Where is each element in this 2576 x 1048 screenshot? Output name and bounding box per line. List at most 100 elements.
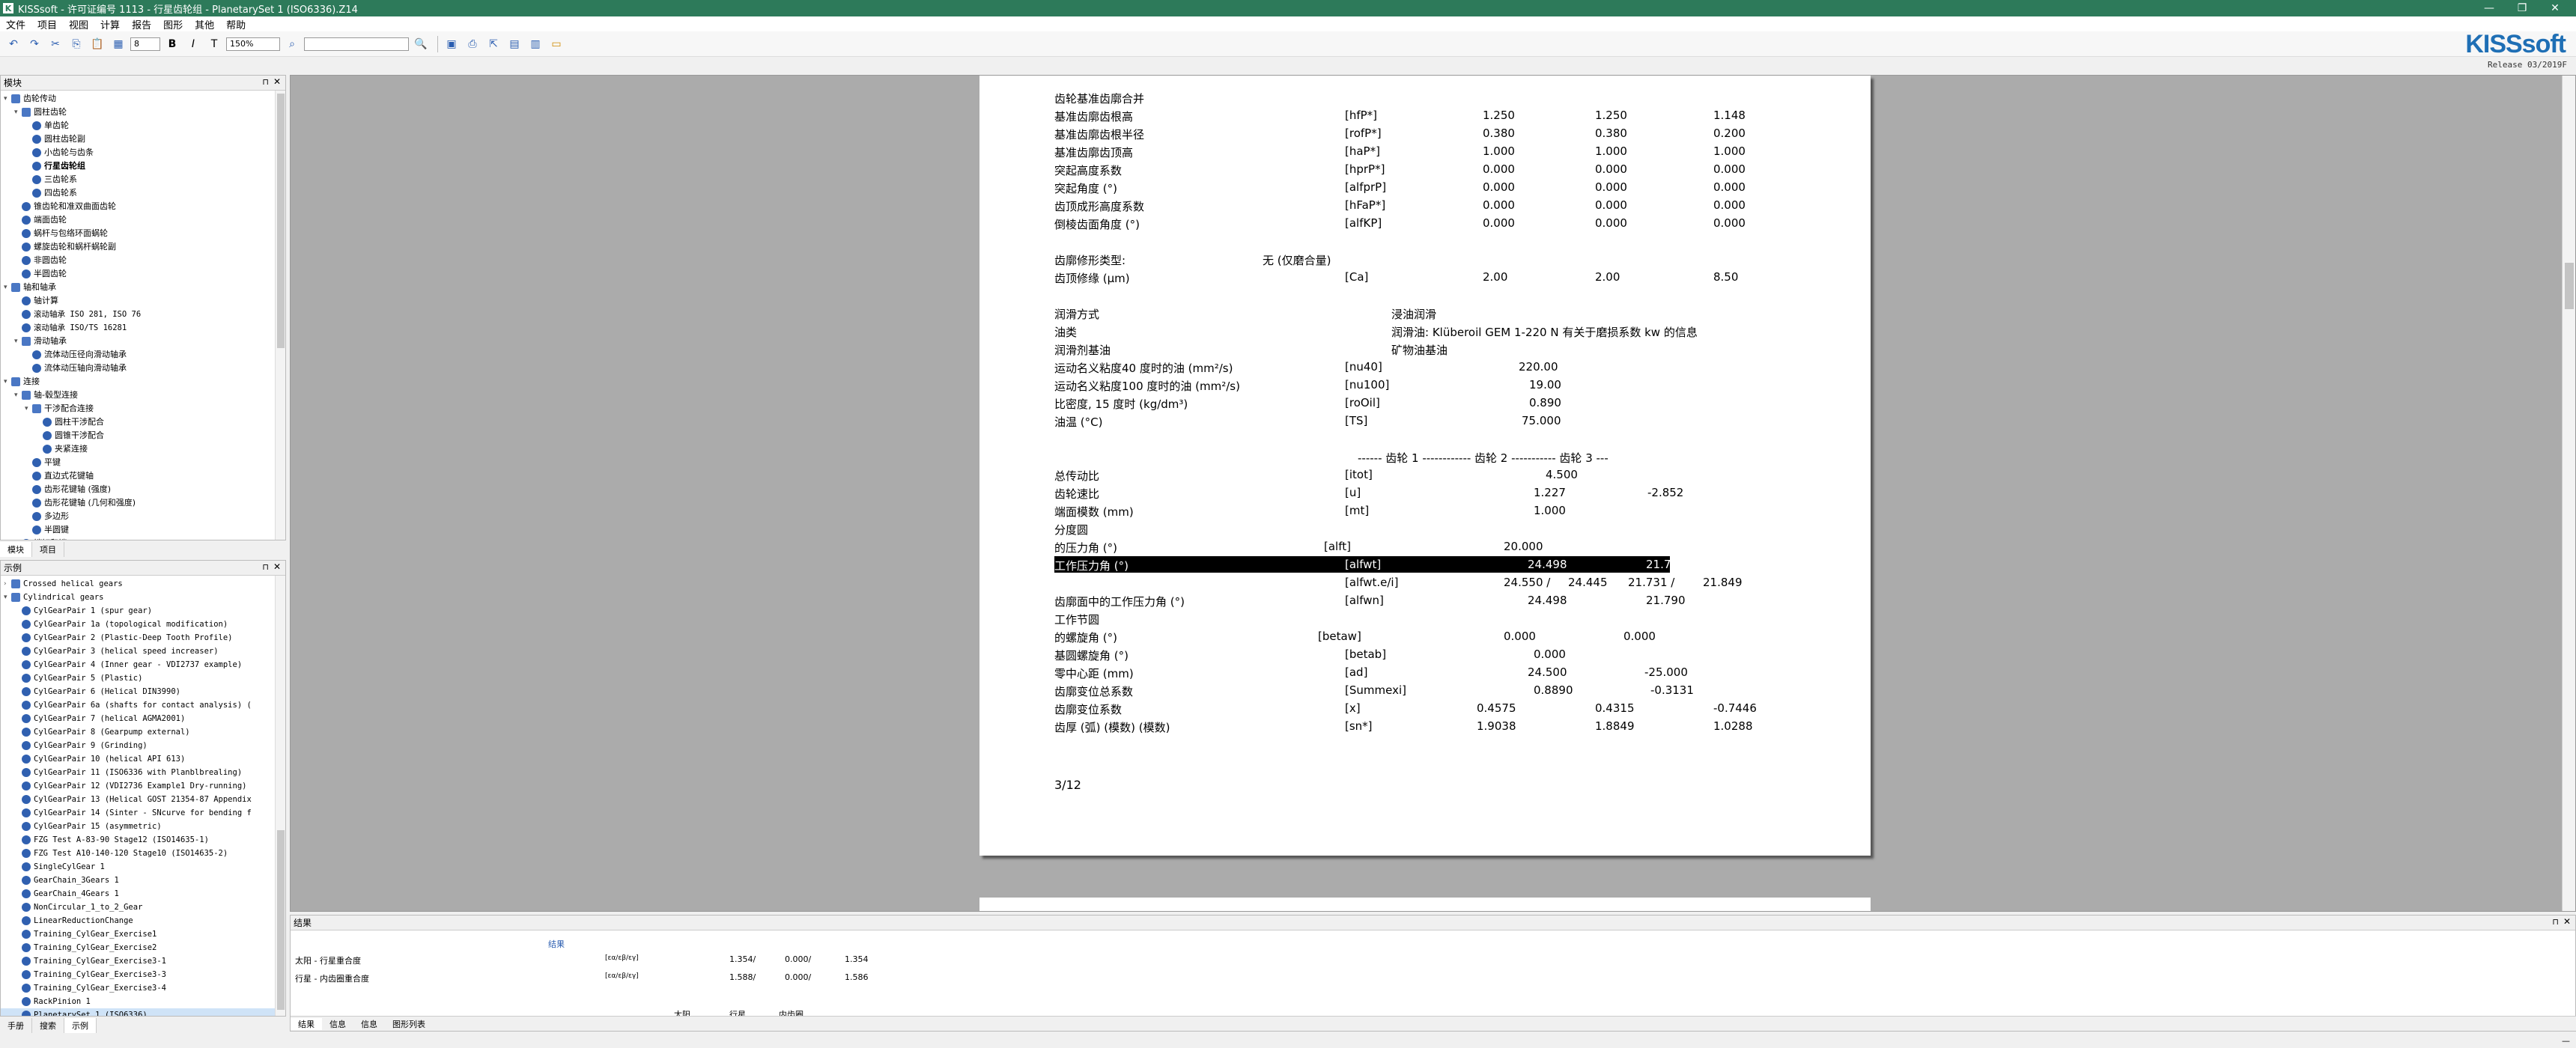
tree-item[interactable]: CylGearPair 1a (topological modification… bbox=[1, 618, 285, 631]
tree-item[interactable]: ▾ 轴和轴承 bbox=[1, 281, 285, 294]
paste-icon[interactable]: 📋 bbox=[88, 35, 106, 53]
close-icon[interactable]: ✕ bbox=[273, 561, 281, 572]
tab-results[interactable]: 结果 bbox=[291, 1017, 322, 1030]
tree-item[interactable]: RackPinion 1 bbox=[1, 995, 285, 1008]
tree-item[interactable]: Training_CylGear_Exercise3-3 bbox=[1, 968, 285, 981]
tab-info[interactable]: 信息 bbox=[322, 1018, 353, 1030]
tree-item[interactable]: ▾ 轴-毂型连接 bbox=[1, 389, 285, 402]
menu-view[interactable]: 视图 bbox=[63, 17, 94, 31]
tab-projects[interactable]: 项目 bbox=[32, 542, 64, 557]
expand-toggle-icon[interactable]: ▾ bbox=[4, 591, 11, 604]
tree-item[interactable]: 齿形花键轴 (强度) bbox=[1, 483, 285, 496]
expand-toggle-icon[interactable]: ▾ bbox=[4, 375, 11, 389]
tree-item[interactable]: 平键 bbox=[1, 456, 285, 469]
tree-item[interactable]: GearChain_3Gears 1 bbox=[1, 874, 285, 887]
copy-icon[interactable]: ⎘ bbox=[67, 35, 85, 53]
tree-item[interactable]: Training_CylGear_Exercise3-4 bbox=[1, 981, 285, 995]
tree-item[interactable]: 夹紧连接 bbox=[1, 442, 285, 456]
tree-item[interactable]: ▾ 滑动轴承 bbox=[1, 335, 285, 348]
zoom-select[interactable]: 150% bbox=[226, 37, 280, 51]
tree-item[interactable]: CylGearPair 11 (ISO6336 with Planblbreal… bbox=[1, 766, 285, 779]
menu-project[interactable]: 项目 bbox=[31, 17, 63, 31]
tree-item[interactable]: CylGearPair 10 (helical API 613) bbox=[1, 752, 285, 766]
tree-item[interactable]: FZG Test A-83-90 Stage12 (ISO14635-1) bbox=[1, 833, 285, 847]
tree-item[interactable]: 圆柱齿轮副 bbox=[1, 132, 285, 146]
close-button[interactable]: ✕ bbox=[2540, 0, 2570, 16]
tree-item[interactable]: CylGearPair 9 (Grinding) bbox=[1, 739, 285, 752]
tab-search[interactable]: 搜索 bbox=[32, 1018, 64, 1033]
tree-item[interactable]: 直边式花键轴 bbox=[1, 469, 285, 483]
tree-item[interactable]: 轴计算 bbox=[1, 294, 285, 308]
tree-item[interactable]: CylGearPair 7 (helical AGMA2001) bbox=[1, 712, 285, 725]
tree-item[interactable]: 半圆键 bbox=[1, 523, 285, 537]
tree-item[interactable]: 单齿轮 bbox=[1, 119, 285, 132]
search-input[interactable] bbox=[304, 37, 409, 51]
page-setup-icon[interactable]: ▤ bbox=[505, 35, 523, 53]
pin-icon[interactable]: ⊓ bbox=[262, 562, 269, 572]
tree-item[interactable]: 端面齿轮 bbox=[1, 213, 285, 227]
tree-item[interactable]: 多边形 bbox=[1, 510, 285, 523]
tree-item[interactable]: 流体动压径向滑动轴承 bbox=[1, 348, 285, 362]
scroll-thumb[interactable] bbox=[2565, 263, 2574, 309]
tree-item[interactable]: CylGearPair 12 (VDI2736 Example1 Dry-run… bbox=[1, 779, 285, 793]
tree-item[interactable]: 非圆齿轮 bbox=[1, 254, 285, 267]
menu-other[interactable]: 其他 bbox=[189, 17, 220, 31]
expand-toggle-icon[interactable]: ▾ bbox=[4, 281, 11, 294]
print-preview-icon[interactable]: ▣ bbox=[443, 35, 461, 53]
menu-file[interactable]: 文件 bbox=[0, 17, 31, 31]
menu-help[interactable]: 帮助 bbox=[220, 17, 252, 31]
tree-item[interactable]: GearChain_4Gears 1 bbox=[1, 887, 285, 901]
tab-manual[interactable]: 手册 bbox=[0, 1018, 32, 1033]
tree-item[interactable]: 滚动轴承 ISO 281, ISO 76 bbox=[1, 308, 285, 321]
tree-item[interactable]: LinearReductionChange bbox=[1, 914, 285, 927]
expand-toggle-icon[interactable]: ▾ bbox=[4, 92, 11, 106]
tree-item[interactable]: 蜗杆与包络环面蜗轮 bbox=[1, 227, 285, 240]
scroll-thumb[interactable] bbox=[277, 830, 285, 1010]
tree-item[interactable]: 圆柱干涉配合 bbox=[1, 415, 285, 429]
pin-icon[interactable]: ⊓ bbox=[2552, 917, 2559, 927]
tree-item[interactable]: 齿形花键轴 (几何和强度) bbox=[1, 496, 285, 510]
expand-toggle-icon[interactable]: ▾ bbox=[14, 389, 22, 402]
tree-item[interactable]: 螺旋齿轮和蜗杆蜗轮副 bbox=[1, 240, 285, 254]
modules-scrollbar[interactable] bbox=[275, 91, 285, 540]
tree-item[interactable]: Training_CylGear_Exercise3-1 bbox=[1, 954, 285, 968]
text-color-icon[interactable]: T bbox=[205, 35, 223, 53]
tree-item[interactable]: CylGearPair 6 (Helical DIN3990) bbox=[1, 685, 285, 698]
tab-examples[interactable]: 示例 bbox=[64, 1018, 97, 1033]
tree-item[interactable]: 半圆齿轮 bbox=[1, 267, 285, 281]
tree-item[interactable]: 四齿轮系 bbox=[1, 186, 285, 200]
tree-item[interactable]: 行星齿轮组 bbox=[1, 159, 285, 173]
cut-icon[interactable]: ✂ bbox=[46, 35, 64, 53]
bold-icon[interactable]: B bbox=[163, 35, 181, 53]
export-pdf-icon[interactable]: ⇱ bbox=[484, 35, 502, 53]
tree-item[interactable]: CylGearPair 3 (helical speed increaser) bbox=[1, 645, 285, 658]
examples-scrollbar[interactable] bbox=[275, 576, 285, 1016]
close-icon[interactable]: ✕ bbox=[2563, 916, 2571, 927]
tree-item[interactable]: CylGearPair 8 (Gearpump external) bbox=[1, 725, 285, 739]
tab-info-2[interactable]: 信息 bbox=[353, 1018, 385, 1030]
redo-icon[interactable]: ↷ bbox=[25, 35, 43, 53]
tree-item[interactable]: 三齿轮系 bbox=[1, 173, 285, 186]
search-icon[interactable]: 🔍 bbox=[412, 35, 430, 53]
menu-graphics[interactable]: 图形 bbox=[157, 17, 189, 31]
tree-item[interactable]: 圆锥干涉配合 bbox=[1, 429, 285, 442]
italic-icon[interactable]: I bbox=[184, 35, 202, 53]
tree-item[interactable]: ▾ Cylindrical gears bbox=[1, 591, 285, 604]
maximize-button[interactable]: ❐ bbox=[2507, 0, 2537, 16]
tree-item[interactable]: FZG Test A10-140-120 Stage10 (ISO14635-2… bbox=[1, 847, 285, 860]
undo-icon[interactable]: ↶ bbox=[4, 35, 22, 53]
minimize-button[interactable]: — bbox=[2474, 0, 2504, 16]
tree-item[interactable]: CylGearPair 13 (Helical GOST 21354-87 Ap… bbox=[1, 793, 285, 806]
expand-toggle-icon[interactable]: › bbox=[4, 577, 11, 591]
tree-item[interactable]: SingleCylGear 1 bbox=[1, 860, 285, 874]
tree-item[interactable]: NonCircular_1_to_2_Gear bbox=[1, 901, 285, 914]
format-icon[interactable]: ▦ bbox=[109, 35, 127, 53]
open-folder-icon[interactable]: ▭ bbox=[547, 35, 565, 53]
tree-item[interactable]: ▾ 圆柱齿轮 bbox=[1, 106, 285, 119]
expand-toggle-icon[interactable]: ▾ bbox=[25, 402, 32, 415]
tree-item[interactable]: CylGearPair 5 (Plastic) bbox=[1, 671, 285, 685]
scroll-thumb[interactable] bbox=[277, 94, 285, 348]
tree-item[interactable]: 销钉和销 bbox=[1, 537, 285, 540]
tab-graphics-list[interactable]: 图形列表 bbox=[385, 1018, 433, 1030]
tree-item[interactable]: › Crossed helical gears bbox=[1, 577, 285, 591]
